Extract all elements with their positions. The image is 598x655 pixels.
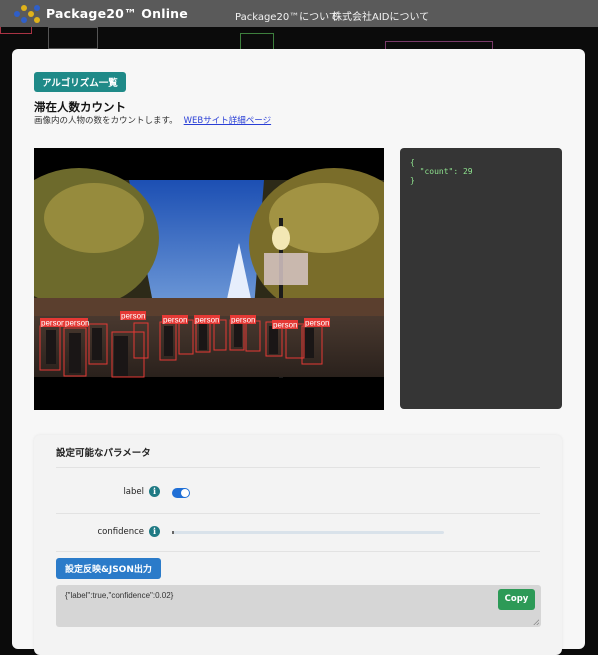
detection-label: person xyxy=(195,316,219,325)
apply-json-output-button[interactable]: 設定反映&JSON出力 xyxy=(56,558,161,579)
main-card: アルゴリズム一覧 滞在人数カウント 画像内の人物の数をカウントします。 WEBサイ… xyxy=(12,49,585,655)
website-details-link[interactable]: WEBサイト詳細ページ xyxy=(184,116,271,126)
detection-label: person xyxy=(305,319,329,328)
parameters-section: 設定可能なパラメータ label i confidence i 設定反映&JSO… xyxy=(34,435,562,655)
page-description: 画像内の人物の数をカウントします。 WEBサイト詳細ページ xyxy=(34,114,271,126)
confidence-slider-thumb[interactable] xyxy=(172,531,174,534)
detection-label: person xyxy=(163,316,187,325)
label-toggle[interactable] xyxy=(172,488,190,498)
page-title: 滞在人数カウント xyxy=(34,100,126,114)
top-navigation-bar: Package20™ Online Package20™について 株式会社AID… xyxy=(0,0,598,27)
confidence-slider[interactable] xyxy=(172,531,444,534)
resize-handle[interactable] xyxy=(533,619,539,625)
json-output-textarea[interactable]: {"label":true,"confidence":0.02} Copy xyxy=(56,585,541,627)
detection-label: person xyxy=(273,321,297,330)
parameters-title: 設定可能なパラメータ xyxy=(56,448,151,459)
detection-label: person xyxy=(65,319,89,328)
detection-label: person xyxy=(41,319,65,328)
info-icon[interactable]: i xyxy=(149,526,160,537)
result-image: person person person person person perso… xyxy=(34,148,384,410)
algorithm-list-button[interactable]: アルゴリズム一覧 xyxy=(34,72,126,92)
confidence-param-label: confidence xyxy=(97,527,144,537)
detection-label: person xyxy=(231,316,255,325)
description-text: 画像内の人物の数をカウントします。 xyxy=(34,116,178,126)
nav-about-aid[interactable]: 株式会社AIDについて xyxy=(332,8,429,23)
divider xyxy=(56,467,540,468)
nav-about-package20[interactable]: Package20™について xyxy=(235,8,339,23)
logo[interactable]: Package20™ Online xyxy=(14,4,188,24)
detection-photo: person person person person person perso… xyxy=(34,168,384,378)
toggle-knob xyxy=(181,489,189,497)
logo-text: Package20™ Online xyxy=(46,6,188,21)
detection-label: person xyxy=(121,312,145,321)
logo-icon xyxy=(14,4,40,24)
label-param-label: label xyxy=(123,487,144,497)
json-result-panel: { "count": 29 } xyxy=(400,148,562,409)
info-icon[interactable]: i xyxy=(149,486,160,497)
divider xyxy=(56,513,540,514)
copy-button[interactable]: Copy xyxy=(498,589,535,610)
json-output-text: {"label":true,"confidence":0.02} xyxy=(65,591,174,600)
divider xyxy=(56,551,540,552)
background-decoration xyxy=(48,27,98,49)
